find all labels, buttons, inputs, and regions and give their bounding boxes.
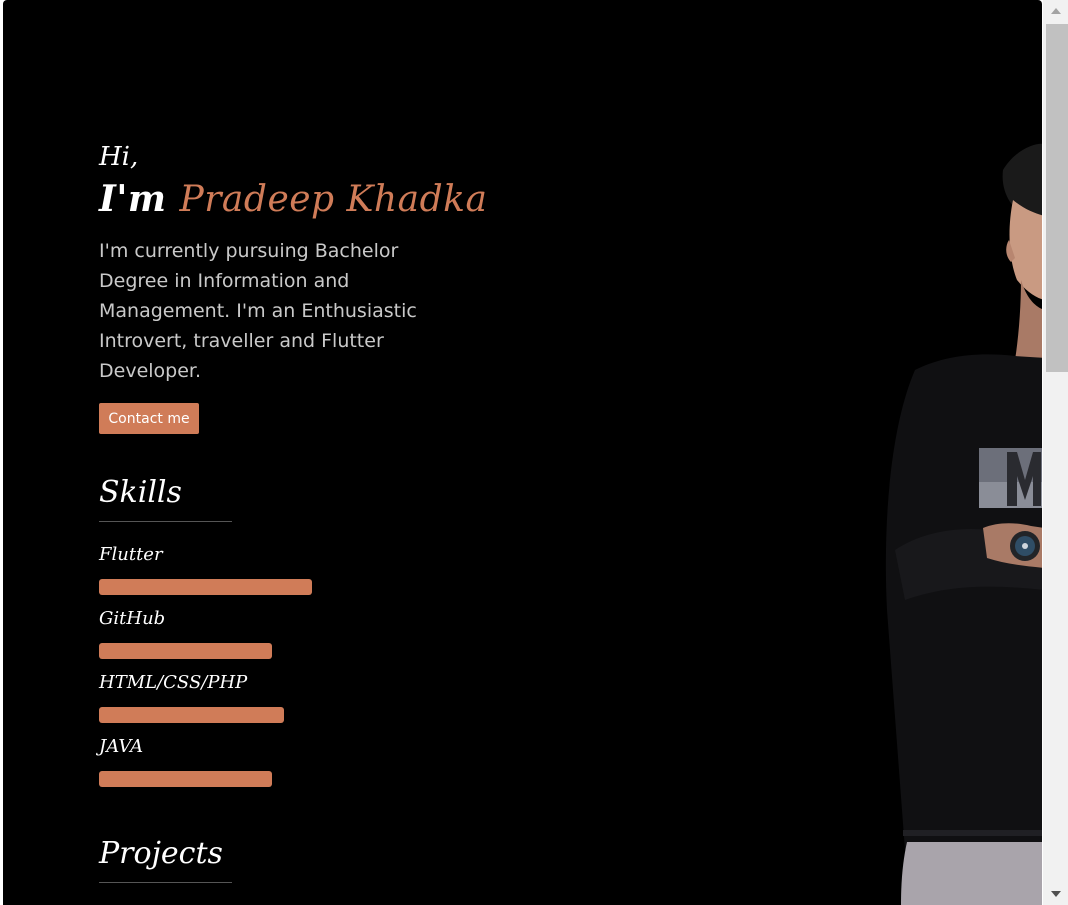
contact-me-button[interactable]: Contact me [99, 403, 199, 434]
owner-name: Pradeep Khadka [179, 179, 488, 220]
skill-fill [99, 707, 284, 723]
skill-bar-html-css-php [99, 707, 349, 723]
projects-divider [99, 882, 232, 883]
skill-bar-github [99, 643, 349, 659]
skill-bar-flutter [99, 579, 349, 595]
portfolio-page: Hi, I'm Pradeep Khadka I'm currently pur… [3, 0, 1042, 905]
headline: I'm Pradeep Khadka [99, 178, 487, 220]
skills-divider [99, 521, 232, 522]
scroll-down-button[interactable] [1043, 883, 1068, 905]
skills-title: Skills [99, 475, 182, 510]
greeting: Hi, [99, 142, 139, 172]
headline-prefix: I'm [99, 178, 167, 220]
skill-bar-java [99, 771, 349, 787]
profile-photo [885, 143, 1042, 905]
triangle-down-icon [1050, 891, 1061, 897]
vertical-scrollbar[interactable] [1043, 0, 1068, 905]
skill-fill [99, 579, 312, 595]
skill-fill [99, 771, 272, 787]
skill-label-java: JAVA [99, 736, 144, 757]
skill-label-html-css-php: HTML/CSS/PHP [99, 672, 248, 693]
projects-title: Projects [99, 836, 223, 871]
skill-label-flutter: Flutter [99, 544, 163, 565]
bio-text: I'm currently pursuing Bachelor Degree i… [99, 240, 417, 382]
browser-viewport: Hi, I'm Pradeep Khadka I'm currently pur… [0, 0, 1068, 905]
skill-fill [99, 643, 272, 659]
triangle-up-icon [1050, 8, 1061, 14]
skill-label-github: GitHub [99, 608, 166, 629]
scroll-up-button[interactable] [1043, 0, 1068, 22]
scroll-thumb[interactable] [1046, 24, 1068, 372]
